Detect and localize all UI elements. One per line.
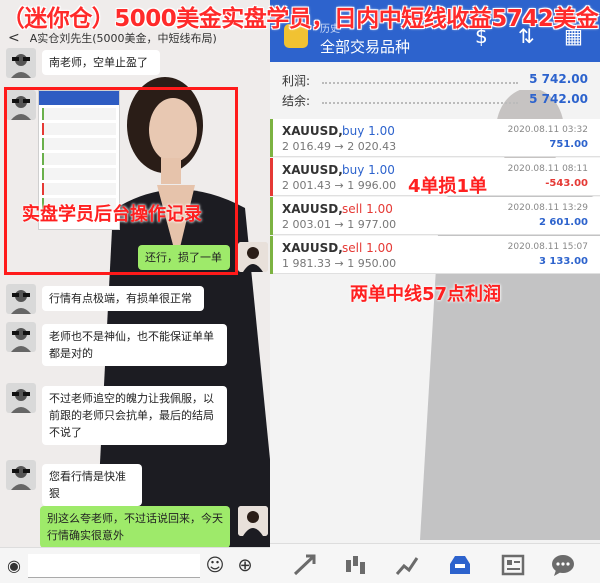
- balance-row: 结余: 5 742.00: [282, 92, 588, 108]
- promo-banner: （迷你仓）5000美金实盘学员，日内中短线收益5742美金: [0, 0, 600, 32]
- trade-row[interactable]: XAUUSD, buy 1.00 2 016.49 → 2 020.43 2020.0…: [270, 119, 600, 157]
- trade-price: 2 003.01 → 1 977.00: [282, 218, 397, 231]
- trade-profit: -543.00: [545, 178, 588, 189]
- loss-annotation: 4单损1单: [408, 176, 488, 197]
- highlight-box: [4, 87, 238, 275]
- chat-input-bar: ◉ ☺ ⊕: [0, 547, 270, 583]
- plus-icon[interactable]: ⊕: [230, 555, 260, 576]
- trade-time: 2020.08.11 15:07: [507, 242, 588, 252]
- my-avatar[interactable]: [238, 506, 268, 536]
- inbox-icon[interactable]: [447, 552, 473, 578]
- trade-price: 1 981.33 → 1 950.00: [282, 257, 397, 270]
- my-avatar[interactable]: [238, 242, 268, 272]
- profit-annotation: 两单中线57点利润: [350, 284, 502, 305]
- avatar[interactable]: [6, 48, 36, 78]
- trade-edge-marker: [270, 158, 273, 196]
- message-bubble: 老师也不是神仙，也不能保证单单都是对的: [42, 324, 227, 366]
- trade-time: 2020.08.11 03:32: [507, 125, 588, 135]
- avatar[interactable]: [6, 284, 36, 314]
- message-bubble: 南老师，空单止盈了: [42, 50, 160, 75]
- trade-time: 2020.08.11 08:11: [507, 164, 588, 174]
- news-icon[interactable]: [500, 552, 526, 578]
- balance-value: 5 742.00: [529, 92, 588, 106]
- trade-direction: buy 1.00: [342, 124, 395, 138]
- avatar[interactable]: [6, 383, 36, 413]
- trade-row[interactable]: XAUUSD, sell 1.00 1 981.33 → 1 950.00 2020.…: [270, 236, 600, 274]
- trade-row[interactable]: XAUUSD, sell 1.00 2 003.01 → 1 977.00 2020.…: [270, 197, 600, 235]
- message-bubble: 您看行情是快准狠: [42, 464, 142, 506]
- message-bubble-self: 别这么夸老师，不过话说回来，今天行情确实很意外: [40, 506, 230, 548]
- bottom-tabbar: [270, 543, 600, 583]
- trade-price: 2 001.43 → 1 996.00: [282, 179, 397, 192]
- emoji-icon[interactable]: ☺: [200, 555, 230, 576]
- trade-direction: sell 1.00: [342, 241, 393, 255]
- trade-direction: buy 1.00: [342, 163, 395, 177]
- record-annotation: 实盘学员后台操作记录: [22, 204, 202, 225]
- message-bubble: 不过老师追空的魄力让我佩服，以前跟的老师只会抗单，最后的结局不说了: [42, 386, 227, 445]
- banner-text: （迷你仓）5000美金实盘学员，日内中短线收益5742美金: [1, 6, 599, 32]
- message-bubble: 行情有点极端，有损单很正常: [42, 286, 204, 311]
- trade-symbol: XAUUSD,: [282, 202, 343, 216]
- trade-symbol: XAUUSD,: [282, 124, 343, 138]
- chart-icon[interactable]: [342, 552, 368, 578]
- trade-profit: 3 133.00: [538, 256, 588, 267]
- trade-edge-marker: [270, 236, 273, 274]
- page-title[interactable]: 全部交易品种: [320, 36, 410, 57]
- summary: 利润: 5 742.00 结余: 5 742.00: [270, 62, 600, 118]
- trade-icon[interactable]: [292, 552, 318, 578]
- trade-edge-marker: [270, 119, 273, 157]
- trade-symbol: XAUUSD,: [282, 241, 343, 255]
- screenshot-root: < A实仓刘先生(5000美金，中短线布局) 南老师，空单止盈了 还行，损了一单…: [0, 0, 600, 583]
- avatar[interactable]: [6, 322, 36, 352]
- trade-direction: sell 1.00: [342, 202, 393, 216]
- trade-time: 2020.08.11 13:29: [507, 203, 588, 213]
- trade-edge-marker: [270, 197, 273, 235]
- avatar[interactable]: [6, 460, 36, 490]
- trade-profit: 2 601.00: [538, 217, 588, 228]
- profit-value: 5 742.00: [529, 72, 588, 86]
- profit-row: 利润: 5 742.00: [282, 72, 588, 88]
- chat-panel: < A实仓刘先生(5000美金，中短线布局) 南老师，空单止盈了 还行，损了一单…: [0, 0, 270, 583]
- message-input[interactable]: [28, 553, 200, 578]
- history-icon[interactable]: [394, 552, 420, 578]
- voice-icon[interactable]: ◉: [0, 556, 28, 575]
- trade-symbol: XAUUSD,: [282, 163, 343, 177]
- trade-price: 2 016.49 → 2 020.43: [282, 140, 397, 153]
- chat-icon[interactable]: [550, 552, 576, 578]
- trade-profit: 751.00: [549, 139, 588, 150]
